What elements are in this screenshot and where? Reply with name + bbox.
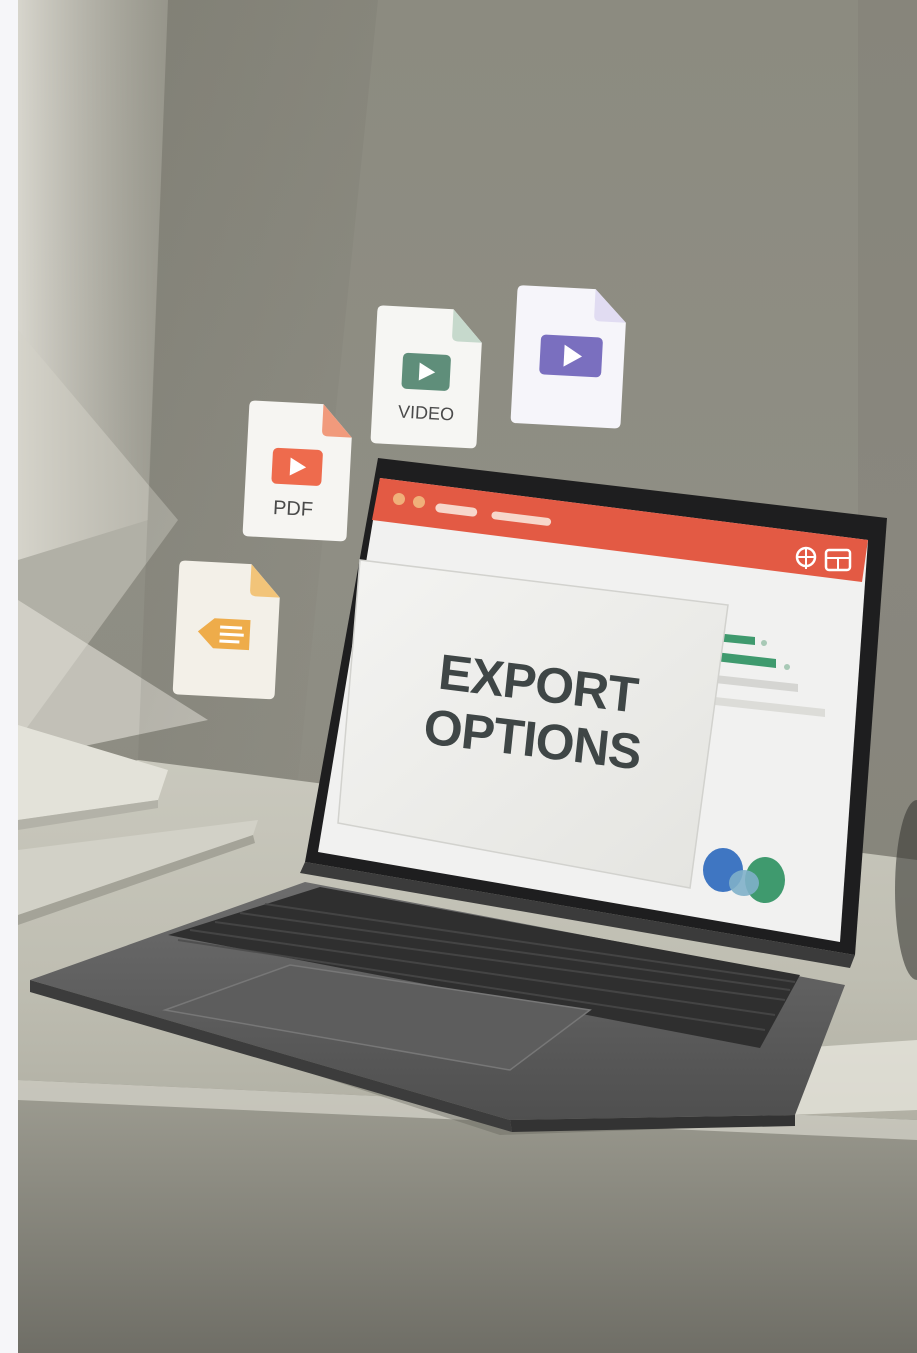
play-icon (539, 334, 603, 378)
screen-title: EXPORT OPTIONS (394, 640, 670, 841)
play-icon (401, 352, 451, 391)
pdf-label: PDF (272, 496, 314, 522)
photo-scene: EXPORT OPTIONS PDF VIDEO (0, 0, 917, 1353)
video-label: VIDEO (397, 401, 455, 425)
play-icon (271, 447, 323, 486)
pdf-file-card[interactable] (240, 395, 360, 545)
slides-file-card[interactable] (508, 280, 636, 434)
doc-file-card[interactable] (170, 555, 288, 705)
video-file-card[interactable] (368, 300, 490, 452)
